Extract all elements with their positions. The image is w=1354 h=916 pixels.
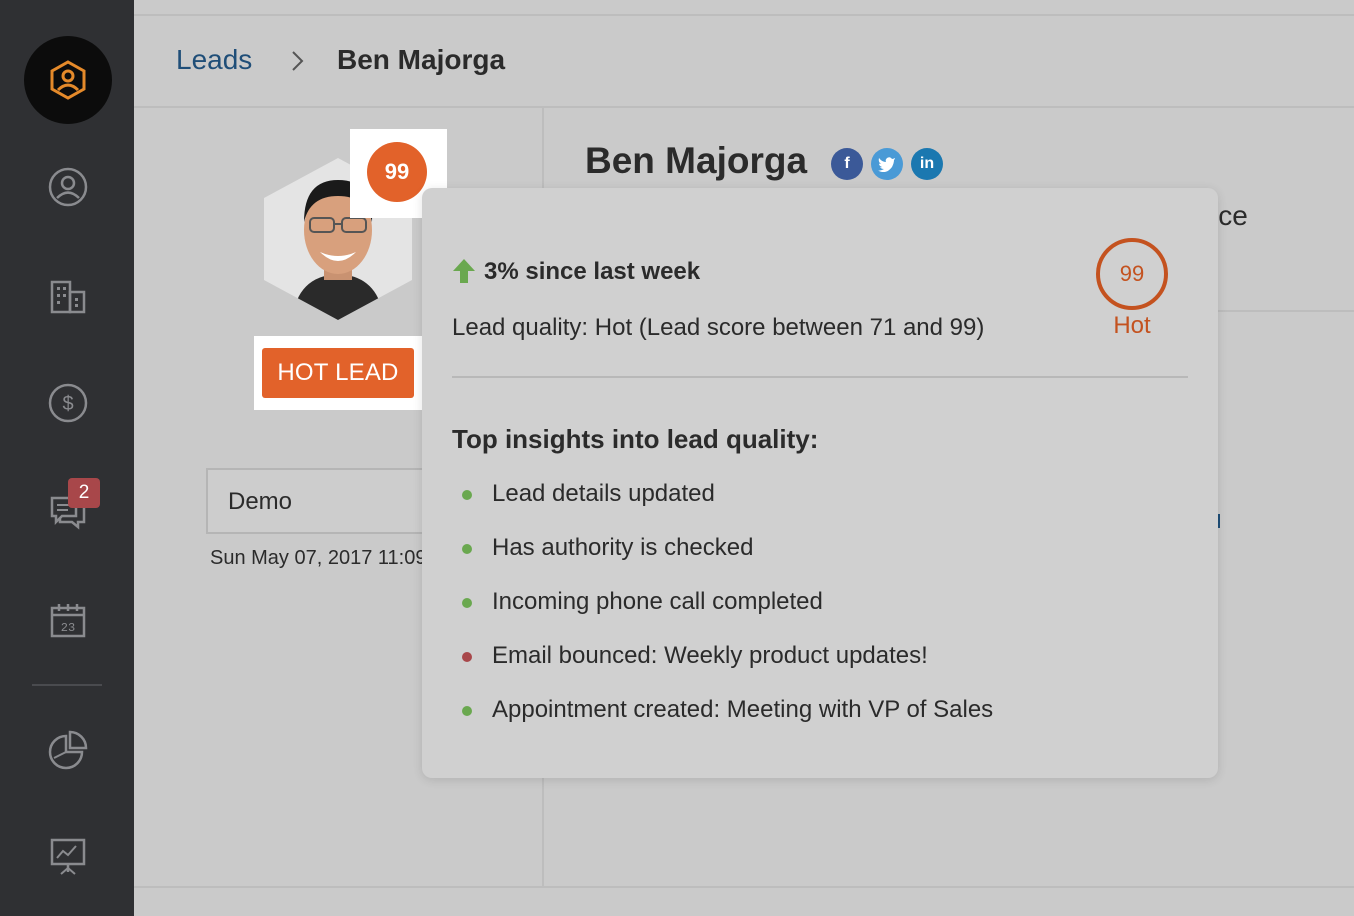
score-ring: 99	[1096, 238, 1168, 310]
activity-date: Sun May 07, 2017 11:09	[210, 547, 422, 569]
twitter-icon[interactable]	[871, 148, 903, 180]
activity-card[interactable]: Demo	[206, 468, 426, 534]
chevron-right-icon	[288, 48, 308, 79]
breadcrumb: Leads Ben Majorga	[134, 16, 1354, 108]
reports-pie-chart-icon[interactable]	[34, 716, 102, 784]
facebook-icon[interactable]: f	[831, 148, 863, 180]
calendar-icon[interactable]: 23	[34, 586, 102, 654]
lead-quality-text: Lead quality: Hot (Lead score between 71…	[452, 314, 985, 341]
contacts-icon[interactable]	[34, 153, 102, 221]
activity-title: Demo	[228, 488, 293, 515]
accounts-building-icon[interactable]	[34, 262, 102, 330]
positive-dot-icon	[462, 598, 472, 608]
insight-text: Has authority is checked	[492, 534, 754, 561]
linkedin-icon[interactable]: in	[911, 148, 943, 180]
lead-score-popover: 3% since last week Lead quality: Hot (Le…	[422, 188, 1218, 778]
sidebar: $ 2 23	[0, 0, 134, 916]
popover-divider	[452, 376, 1188, 378]
score-trend: 3% since last week	[484, 258, 701, 285]
insight-text: Lead details updated	[492, 480, 715, 507]
arrow-up-icon	[452, 258, 476, 289]
bottom-border	[134, 886, 1354, 888]
positive-dot-icon	[462, 706, 472, 716]
notification-badge: 2	[68, 478, 100, 508]
insight-text: Email bounced: Weekly product updates!	[492, 642, 928, 669]
scroll-marker	[1218, 514, 1220, 528]
lead-score-badge[interactable]: 99	[367, 142, 427, 202]
insight-text: Incoming phone call completed	[492, 588, 823, 615]
sidebar-divider	[32, 684, 102, 686]
lead-name-heading: Ben Majorga	[585, 140, 808, 181]
hot-lead-button[interactable]: HOT LEAD	[262, 348, 414, 398]
svg-text:23: 23	[61, 621, 75, 635]
negative-dot-icon	[462, 652, 472, 662]
deals-dollar-icon[interactable]: $	[34, 369, 102, 437]
breadcrumb-leads-link[interactable]: Leads	[176, 44, 252, 76]
svg-text:$: $	[62, 393, 73, 415]
presentation-chart-icon[interactable]	[34, 822, 102, 890]
insight-text: Appointment created: Meeting with VP of …	[492, 696, 994, 723]
app-logo-icon[interactable]	[24, 36, 112, 124]
breadcrumb-current: Ben Majorga	[337, 44, 506, 75]
insights-heading: Top insights into lead quality:	[452, 424, 819, 454]
score-rating-label: Hot	[1113, 312, 1151, 339]
positive-dot-icon	[462, 490, 472, 500]
positive-dot-icon	[462, 544, 472, 554]
